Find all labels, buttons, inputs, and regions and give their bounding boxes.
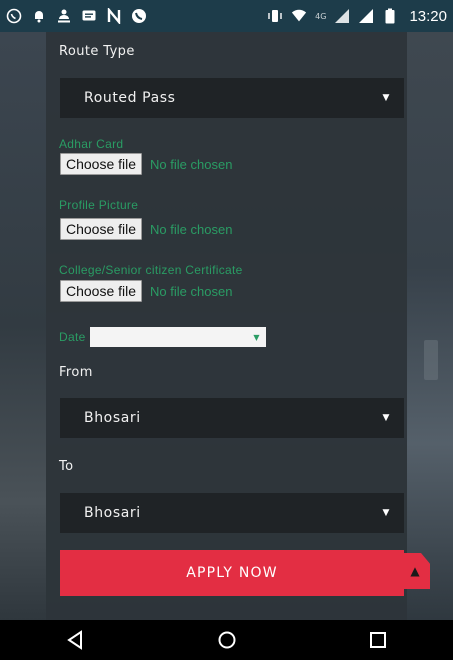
recents-button[interactable] [348,620,408,660]
route-type-label: Route Type [59,44,135,59]
phone-icon [131,8,147,24]
profile-choose-file-button[interactable]: Choose file [60,218,143,240]
arrow-up-icon: ▲ [410,564,420,578]
users-icon [56,8,72,24]
network-type-label: 4G [315,11,327,21]
status-bar-notifications [6,8,147,24]
date-label: Date [59,330,86,344]
signal-icon [358,8,374,24]
chevron-down-icon: ▼ [253,332,260,342]
route-type-value: Routed Pass [84,90,176,106]
android-navigation-bar [0,620,453,660]
aadhar-file-status: No file chosen [150,156,233,172]
status-bar: 4G 13:20 [0,0,453,32]
profile-picture-file-row: Choose file No file chosen [60,218,232,240]
chevron-down-icon: ▼ [382,413,390,423]
background-left-edge [0,32,46,620]
aadhar-card-label: Adhar Card [59,137,124,151]
pass-application-form: Route Type Routed Pass ▼ Adhar Card Choo… [46,32,407,620]
recents-icon [369,632,386,648]
route-type-select[interactable]: Routed Pass ▼ [60,78,404,118]
profile-picture-label: Profile Picture [59,198,139,212]
vibrate-icon [267,8,283,24]
clock: 13:20 [409,7,447,25]
certificate-file-row: Choose file No file chosen [60,280,232,302]
notification-icon [31,8,47,24]
profile-file-status: No file chosen [150,221,233,237]
aadhar-choose-file-button[interactable]: Choose file [60,153,143,175]
back-icon [66,630,82,650]
to-label: To [59,459,74,474]
home-icon [218,631,235,649]
date-input[interactable]: ▼ [89,327,266,347]
date-row: Date ▼ [59,327,266,347]
chevron-down-icon: ▼ [382,508,390,518]
certificate-choose-file-button[interactable]: Choose file [60,280,143,302]
to-select[interactable]: Bhosari ▼ [60,493,404,533]
certificate-label: College/Senior citizen Certificate [59,263,243,277]
floating-action-button[interactable]: ▲ [400,553,430,589]
battery-icon [382,8,398,24]
certificate-file-status: No file chosen [150,283,233,299]
back-button[interactable] [46,620,106,660]
message-icon [81,8,97,24]
chevron-down-icon: ▼ [382,93,390,103]
home-button[interactable] [197,620,257,660]
from-select[interactable]: Bhosari ▼ [60,398,404,438]
to-value: Bhosari [84,505,141,521]
whatsapp-icon [6,8,22,24]
n-icon [106,8,122,24]
aadhar-card-file-row: Choose file No file chosen [60,153,232,175]
background-right-edge [407,32,453,620]
from-label: From [59,365,93,380]
wifi-icon [291,8,307,24]
apply-now-button[interactable]: APPLY NOW [60,550,404,596]
signal-icon [334,8,350,24]
status-bar-system: 4G 13:20 [267,8,447,25]
from-value: Bhosari [84,410,141,426]
background-decoration [424,340,438,380]
